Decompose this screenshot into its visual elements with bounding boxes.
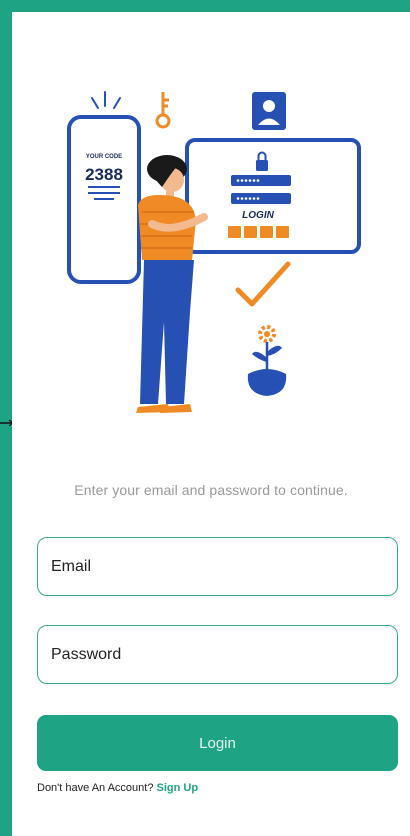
phone-device: YOUR CODE 2388 <box>67 115 141 284</box>
password-input[interactable] <box>37 625 398 684</box>
checkmark-icon <box>235 261 291 307</box>
login-button[interactable]: Login <box>37 715 398 771</box>
monitor-device: LOGIN <box>185 138 361 254</box>
key-icon <box>155 92 171 129</box>
phone-caption: YOUR CODE <box>86 154 122 160</box>
sparkle-icon <box>91 91 121 109</box>
user-avatar-icon <box>252 92 286 130</box>
monitor-login-label: LOGIN <box>242 210 274 221</box>
signup-row: Don't have An Account? Sign Up <box>37 782 198 794</box>
login-subtitle: Enter your email and password to continu… <box>74 482 348 498</box>
email-input[interactable] <box>37 537 398 596</box>
signup-prompt: Don't have An Account? <box>37 782 154 794</box>
flower-pot-icon <box>247 325 287 396</box>
login-screen: YOUR CODE 2388 LOGIN Enter your email an… <box>12 12 410 836</box>
phone-code: 2388 <box>85 165 123 184</box>
signup-link[interactable]: Sign Up <box>157 782 199 794</box>
login-illustration: YOUR CODE 2388 LOGIN <box>67 91 361 413</box>
